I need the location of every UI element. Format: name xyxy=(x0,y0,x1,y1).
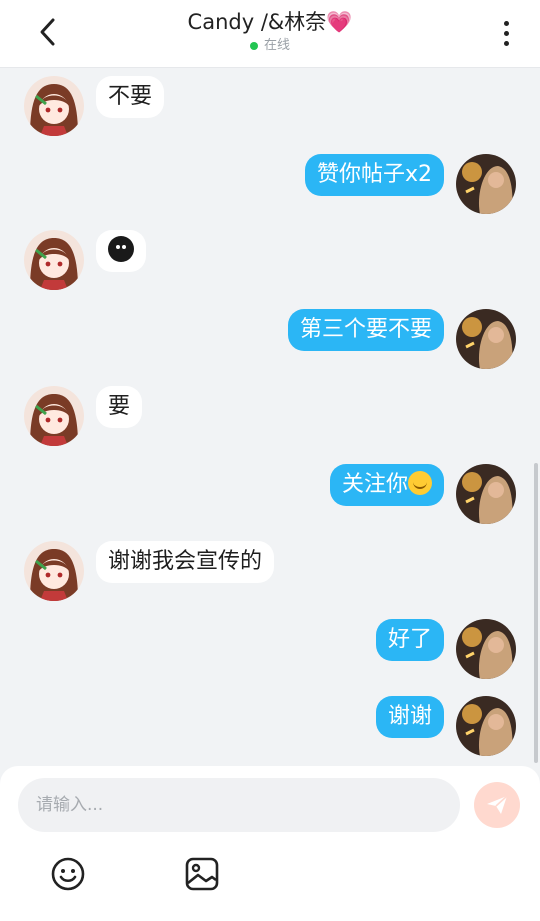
message-outgoing: 关注你 xyxy=(0,464,540,526)
image-icon xyxy=(185,857,219,891)
image-button[interactable] xyxy=(184,856,220,892)
contact-avatar[interactable] xyxy=(24,76,84,136)
message-outgoing: 赞你帖子x2 xyxy=(0,154,540,216)
message-bubble[interactable]: 关注你 xyxy=(329,464,444,506)
more-vertical-icon xyxy=(503,20,509,26)
my-avatar[interactable] xyxy=(456,464,516,524)
more-dot xyxy=(503,30,509,36)
my-avatar[interactable] xyxy=(456,696,516,756)
message-outgoing: 好了 xyxy=(0,619,540,681)
message-bubble[interactable]: 谢谢我会宣传的 xyxy=(96,541,275,583)
smiling-face-emoji-icon xyxy=(408,471,432,495)
status-text: 在线 xyxy=(263,38,290,53)
online-dot-icon xyxy=(249,42,258,50)
send-button[interactable] xyxy=(474,782,520,828)
online-status: 在线 xyxy=(0,38,540,54)
message-incoming: 谢谢我会宣传的 xyxy=(0,541,540,603)
message-incoming: 要 xyxy=(0,386,540,448)
message-bubble[interactable]: 赞你帖子x2 xyxy=(304,154,444,196)
my-avatar[interactable] xyxy=(456,619,516,679)
message-incoming: 不要 xyxy=(0,76,540,138)
smiley-icon xyxy=(51,857,85,891)
message-bubble[interactable]: 谢谢 xyxy=(375,696,444,738)
contact-avatar[interactable] xyxy=(24,386,84,446)
more-dot xyxy=(503,40,509,46)
message-outgoing: 第三个要不要 xyxy=(0,309,540,371)
emoji-button[interactable] xyxy=(50,856,86,892)
contact-name: Candy /&林奈 xyxy=(187,10,327,34)
title-block: Candy /&林奈💗 在线 xyxy=(0,8,540,54)
message-input[interactable] xyxy=(18,778,460,832)
message-bubble[interactable]: 要 xyxy=(96,386,143,428)
message-bubble[interactable]: 第三个要不要 xyxy=(287,309,444,351)
black-face-emoji-icon xyxy=(108,236,134,262)
message-list[interactable]: 不要 赞你帖子x2 第三个要不要 要 关注你 谢谢我会宣传的 好了 谢谢 xyxy=(0,68,540,768)
message-bubble[interactable]: 好了 xyxy=(375,619,444,661)
more-options-button[interactable] xyxy=(492,16,520,50)
message-incoming xyxy=(0,230,540,292)
message-bubble[interactable]: 不要 xyxy=(96,76,165,118)
heart-emoji-icon: 💗 xyxy=(326,10,353,34)
paper-plane-icon xyxy=(487,795,508,814)
message-composer xyxy=(0,766,540,921)
message-bubble[interactable] xyxy=(96,230,146,272)
contact-avatar[interactable] xyxy=(24,541,84,601)
chat-header: Candy /&林奈💗 在线 xyxy=(0,0,540,68)
contact-avatar[interactable] xyxy=(24,230,84,290)
scrollbar[interactable] xyxy=(534,463,538,763)
message-outgoing: 谢谢 xyxy=(0,696,540,758)
chat-title: Candy /&林奈💗 xyxy=(0,8,540,36)
my-avatar[interactable] xyxy=(456,154,516,214)
message-text: 关注你 xyxy=(341,472,408,497)
my-avatar[interactable] xyxy=(456,309,516,369)
chat-screen: Candy /&林奈💗 在线 不要 赞你帖子x2 第三个要不要 要 关注你 谢谢… xyxy=(0,0,540,921)
